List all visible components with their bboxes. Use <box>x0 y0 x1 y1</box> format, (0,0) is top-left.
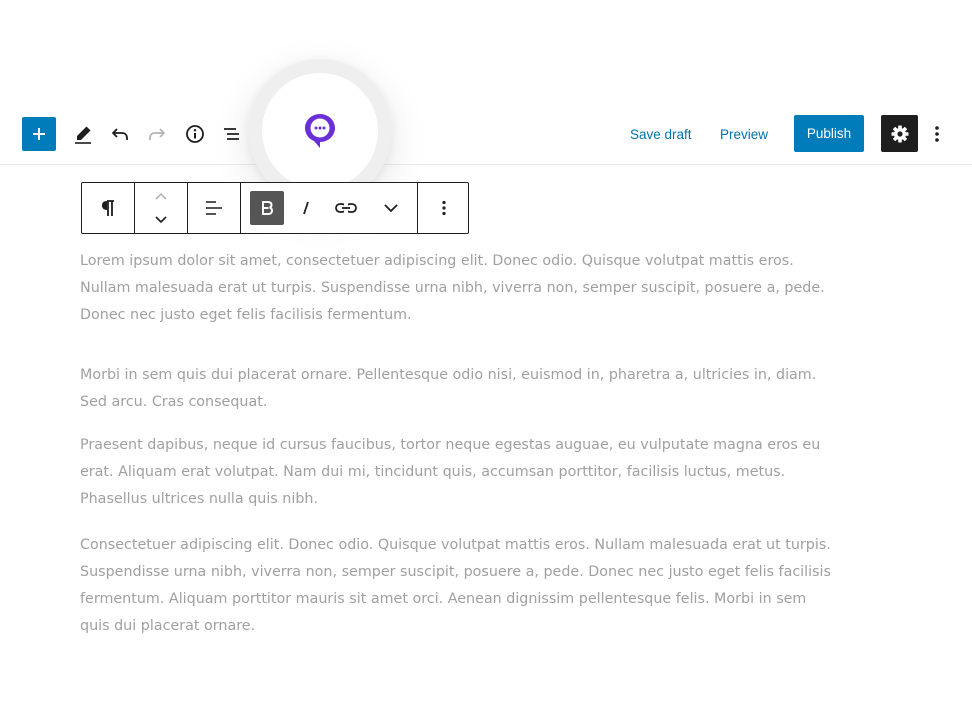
paragraph-block[interactable]: Lorem ipsum dolor sit amet, consectetuer… <box>80 248 830 329</box>
save-draft-button[interactable]: Save draft <box>630 122 692 146</box>
tools-button[interactable] <box>68 119 98 149</box>
move-down-button[interactable] <box>135 208 187 232</box>
block-type-button[interactable] <box>82 183 134 233</box>
plus-icon <box>33 128 45 140</box>
block-options-group <box>418 183 470 233</box>
chevron-up-icon <box>155 192 167 200</box>
pencil-icon <box>75 126 91 144</box>
add-block-button[interactable] <box>22 117 56 151</box>
undo-icon <box>112 128 128 140</box>
redo-icon <box>149 128 165 140</box>
options-menu-button[interactable] <box>923 119 951 149</box>
bold-button[interactable] <box>249 183 285 233</box>
chat-bubble-icon <box>305 114 335 148</box>
block-toolbar <box>81 182 469 234</box>
more-vertical-icon <box>442 200 446 216</box>
redo-button[interactable] <box>142 119 172 149</box>
details-button[interactable] <box>180 119 210 149</box>
chevron-down-icon <box>384 204 398 213</box>
preview-button[interactable]: Preview <box>720 122 768 146</box>
list-view-icon <box>224 128 239 140</box>
editor-header: Save draft Preview Publish <box>0 102 972 165</box>
more-vertical-icon <box>935 126 939 142</box>
list-view-button[interactable] <box>217 119 247 149</box>
italic-button[interactable] <box>285 183 327 233</box>
paragraph-block[interactable]: Praesent dapibus, neque id cursus faucib… <box>80 432 830 513</box>
gear-icon <box>891 125 908 142</box>
align-group <box>188 183 241 233</box>
align-left-icon <box>206 201 222 215</box>
move-group <box>135 183 188 233</box>
paragraph-icon <box>102 200 114 216</box>
editor-page: Save draft Preview Publish Lorem ipsum d… <box>0 0 972 704</box>
plugin-button[interactable] <box>262 73 378 189</box>
chevron-down-icon <box>155 216 167 224</box>
align-button[interactable] <box>188 183 240 233</box>
settings-button[interactable] <box>881 115 918 152</box>
block-options-button[interactable] <box>418 183 470 233</box>
block-type-group <box>82 183 135 233</box>
italic-icon <box>303 201 309 215</box>
format-group <box>241 183 418 233</box>
paragraph-block[interactable]: Morbi in sem quis dui placerat ornare. P… <box>80 362 830 416</box>
link-icon <box>335 203 357 213</box>
paragraph-block[interactable]: Consectetuer adipiscing elit. Donec odio… <box>80 532 840 640</box>
bold-icon <box>250 191 284 225</box>
move-up-button[interactable] <box>135 184 187 208</box>
more-formats-button[interactable] <box>365 183 417 233</box>
link-button[interactable] <box>327 183 365 233</box>
info-icon <box>186 125 204 143</box>
undo-button[interactable] <box>105 119 135 149</box>
publish-button[interactable]: Publish <box>794 115 864 152</box>
